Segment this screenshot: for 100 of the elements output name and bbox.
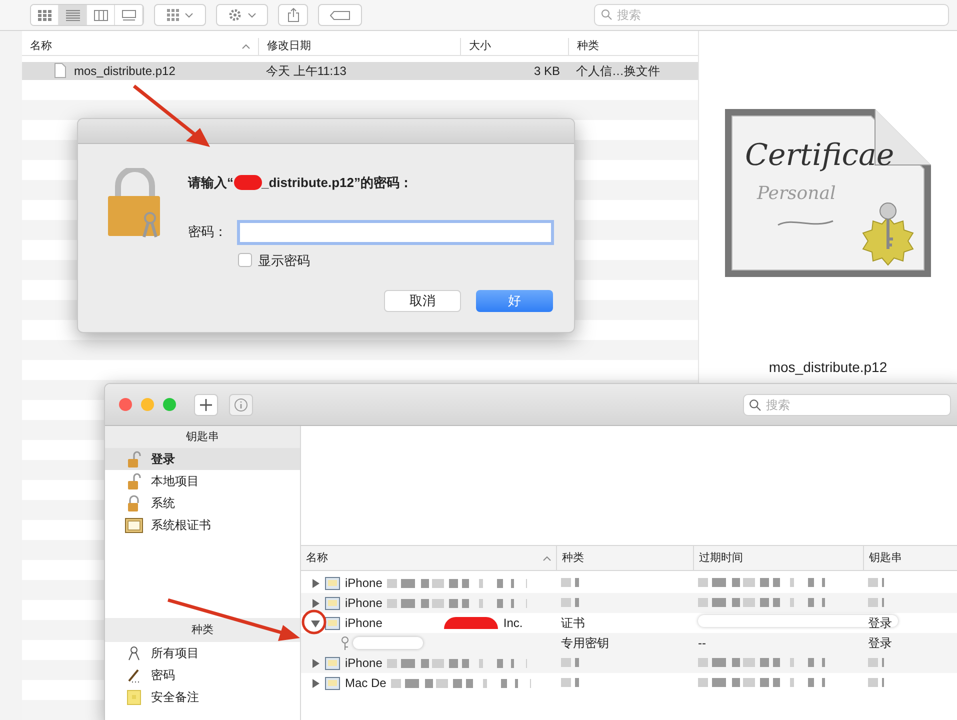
certificate-row[interactable]: iPhone <box>301 653 957 673</box>
column-header[interactable]: 修改日期 <box>267 38 311 54</box>
keychain-name: 本地项目 <box>151 473 199 490</box>
expiry-date: -- <box>698 636 706 650</box>
seal-icon <box>862 202 914 266</box>
item-keychain: 登录 <box>868 616 892 630</box>
view-mode-button[interactable] <box>59 5 87 25</box>
certificate-icon <box>325 616 340 630</box>
keychain-item[interactable]: 系统根证书 <box>105 514 300 536</box>
column-header[interactable]: 种类 <box>562 550 584 566</box>
tag-icon <box>330 10 350 20</box>
certificate-icon <box>325 676 340 690</box>
blurred-text <box>561 598 579 607</box>
blurred-text <box>868 578 884 587</box>
chevron-down-icon <box>185 12 193 18</box>
column-header[interactable]: 种类 <box>577 38 599 54</box>
column-header[interactable]: 大小 <box>469 38 491 54</box>
certificate-icon <box>325 576 340 590</box>
certificate-row[interactable]: iPhone <box>301 593 957 613</box>
sort-caret-icon <box>543 556 551 560</box>
item-kind: 证书 <box>561 616 585 630</box>
blurred-text <box>353 637 423 649</box>
search-field[interactable]: 搜索 <box>594 4 949 26</box>
blurred-text <box>561 678 579 687</box>
blurred-text <box>561 658 579 667</box>
checkbox[interactable] <box>238 253 252 268</box>
share-icon <box>288 8 298 22</box>
blurred-text <box>868 658 884 667</box>
item-name: iPhone <box>345 615 382 632</box>
keychain-item[interactable]: 系统 <box>105 492 300 514</box>
sort-caret-icon <box>242 44 250 49</box>
certificate-icon <box>325 596 340 610</box>
grid-icon <box>167 9 179 21</box>
expand-triangle-icon[interactable] <box>311 598 320 608</box>
share-button[interactable] <box>278 4 308 26</box>
tag-button[interactable] <box>318 4 362 26</box>
column-header[interactable]: 钥匙串 <box>869 550 902 566</box>
group-button[interactable] <box>154 4 206 26</box>
redaction-mark <box>234 175 262 190</box>
certificate-title: Certificae <box>745 138 894 173</box>
keychain-name: 系统根证书 <box>151 517 211 534</box>
add-button[interactable] <box>194 394 218 416</box>
item-name: iPhone <box>345 575 382 592</box>
file-size: 3 KB <box>534 62 560 80</box>
preview-filename: mos_distribute.p12 <box>768 358 888 377</box>
private-key-row[interactable]: 专用密钥 -- 登录 <box>301 633 957 653</box>
chevron-down-icon <box>248 12 256 18</box>
sidebar-header: 钥匙串 <box>105 426 300 448</box>
expand-triangle-icon[interactable] <box>311 578 320 588</box>
modified-date: 今天 上午11:13 <box>266 64 346 78</box>
annotation-circle <box>302 610 326 634</box>
keychain-name: 登录 <box>151 451 175 468</box>
category-item[interactable]: 密码 <box>105 664 300 686</box>
column-header[interactable]: 名称 <box>306 550 328 566</box>
sidebar-header: 种类 <box>105 618 300 642</box>
blurred-text <box>561 578 579 587</box>
item-name-end: Inc. <box>503 615 523 632</box>
settings-icon <box>228 8 242 22</box>
close-button[interactable] <box>119 398 132 411</box>
password-label: 密码： <box>188 223 228 242</box>
password-field[interactable] <box>237 220 554 244</box>
file-row[interactable]: mos_distribute.p12 今天 上午11:13 3 KB 个人信…换文件 <box>22 62 698 80</box>
category-item[interactable]: 所有项目 <box>105 642 300 664</box>
show-password-checkbox[interactable]: 显示密码 <box>238 250 310 270</box>
category-name: 安全备注 <box>151 689 199 706</box>
info-icon <box>234 398 248 412</box>
view-mode-button[interactable] <box>31 5 59 25</box>
column-header[interactable]: 名称 <box>30 38 52 54</box>
pencil-icon <box>126 668 142 682</box>
expand-triangle-icon[interactable] <box>311 658 320 668</box>
password-prompt-start: 请输入“ <box>188 174 234 192</box>
keychain-item[interactable]: 登录 <box>105 448 300 470</box>
blurred-text <box>868 678 884 687</box>
column-header[interactable]: 过期时间 <box>699 550 743 566</box>
search-icon <box>601 9 612 20</box>
category-name: 所有项目 <box>151 645 199 662</box>
key-icon <box>341 636 349 650</box>
collapse-triangle-icon[interactable] <box>311 618 320 628</box>
category-item[interactable]: 安全备注 <box>105 686 300 708</box>
note-icon <box>127 690 141 704</box>
column-view-icon <box>94 10 108 20</box>
icon-view-icon <box>38 10 52 20</box>
password-prompt-end: _distribute.p12”的密码： <box>262 174 412 192</box>
expand-triangle-icon[interactable] <box>311 678 320 688</box>
item-keychain: 登录 <box>868 636 892 650</box>
info-button[interactable] <box>229 394 253 416</box>
keychain-item[interactable]: 本地项目 <box>105 470 300 492</box>
plus-icon <box>200 398 212 410</box>
blurred-text <box>868 598 884 607</box>
list-view-icon <box>66 10 80 20</box>
padlock-icon <box>127 494 141 512</box>
search-icon <box>749 398 761 410</box>
settings-button[interactable] <box>216 4 268 26</box>
unlocked-padlock-icon <box>127 472 141 490</box>
redaction-mark <box>444 617 498 629</box>
file-name: mos_distribute.p12 <box>74 62 176 80</box>
item-name: iPhone <box>345 655 382 672</box>
search-field[interactable]: 搜索 <box>743 394 951 416</box>
cancel-button[interactable]: 取消 <box>384 290 461 312</box>
certificate-icon <box>325 656 340 670</box>
